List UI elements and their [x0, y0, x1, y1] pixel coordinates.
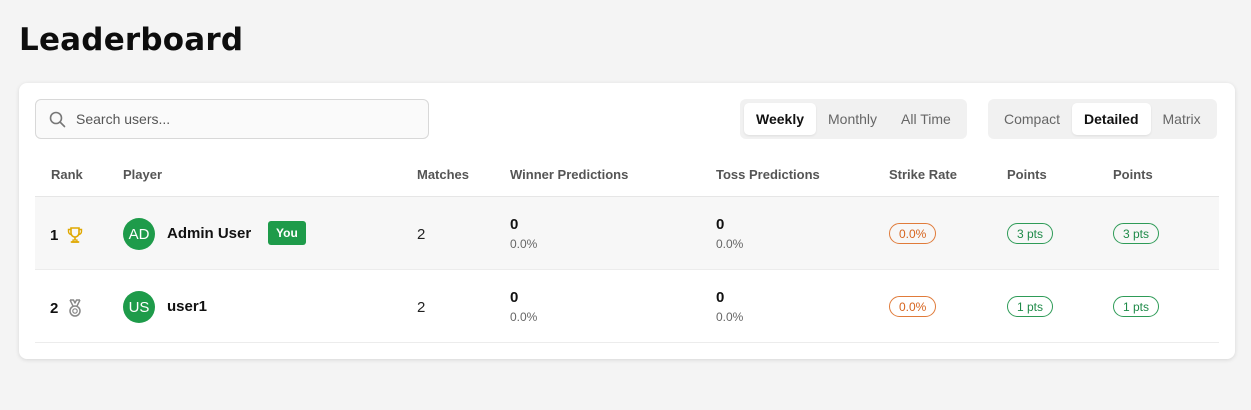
- toss-count: 0: [716, 216, 725, 233]
- winner-predictions-cell: 0 0.0%: [510, 289, 537, 324]
- winner-count: 0: [510, 289, 519, 306]
- toss-predictions-cell: 0 0.0%: [716, 289, 743, 324]
- header-points-2[interactable]: Points: [1113, 167, 1153, 182]
- strike-rate-badge: 0.0%: [889, 223, 937, 244]
- toss-percent: 0.0%: [716, 237, 744, 251]
- winner-percent: 0.0%: [510, 310, 538, 324]
- you-badge: You: [268, 221, 306, 245]
- matches-value: 2: [417, 226, 426, 243]
- winner-count: 0: [510, 216, 519, 233]
- leaderboard-card: Weekly Monthly All Time Compact Detailed…: [19, 83, 1235, 359]
- trophy-icon: [68, 227, 83, 243]
- page-title: Leaderboard: [19, 22, 244, 58]
- header-points[interactable]: Points: [1007, 167, 1047, 182]
- rank-cell: 1: [50, 225, 85, 245]
- view-mode-detailed[interactable]: Detailed: [1072, 103, 1151, 135]
- search-input[interactable]: [76, 111, 406, 127]
- time-filter-all-time[interactable]: All Time: [889, 103, 963, 135]
- strike-rate-badge: 0.0%: [889, 296, 937, 317]
- toss-predictions-cell: 0 0.0%: [716, 216, 743, 251]
- search-icon: [49, 111, 66, 127]
- view-mode-matrix[interactable]: Matrix: [1151, 103, 1213, 135]
- medal-icon: [69, 299, 82, 317]
- view-mode-compact[interactable]: Compact: [992, 103, 1072, 135]
- player-name: Admin User: [167, 225, 252, 242]
- time-filter-toggle: Weekly Monthly All Time: [740, 99, 967, 139]
- search-box[interactable]: [35, 99, 429, 139]
- toss-count: 0: [716, 289, 725, 306]
- header-rank[interactable]: Rank: [51, 167, 83, 182]
- matches-value: 2: [417, 299, 426, 316]
- points-badge-2: 3 pts: [1113, 223, 1160, 244]
- rank-cell: 2: [50, 298, 85, 318]
- toss-percent: 0.0%: [716, 310, 744, 324]
- rank-number: 2: [50, 299, 59, 317]
- table-row[interactable]: 1 AD Admin User You 2 0 0.0% 0 0.0% 0.0%…: [35, 197, 1219, 270]
- avatar: AD: [123, 218, 155, 250]
- winner-predictions-cell: 0 0.0%: [510, 216, 537, 251]
- header-winner-predictions[interactable]: Winner Predictions: [510, 167, 628, 182]
- winner-percent: 0.0%: [510, 237, 538, 251]
- table-header: Rank Player Matches Winner Predictions T…: [35, 157, 1219, 197]
- header-toss-predictions[interactable]: Toss Predictions: [716, 167, 820, 182]
- player-name: user1: [167, 298, 208, 315]
- points-badge: 3 pts: [1007, 223, 1054, 244]
- table-row[interactable]: 2 US user1 2 0 0.0% 0 0.0% 0.0% 1 pts 1 …: [35, 270, 1219, 343]
- avatar: US: [123, 291, 155, 323]
- points-badge-2: 1 pts: [1113, 296, 1160, 317]
- points-badge: 1 pts: [1007, 296, 1054, 317]
- rank-number: 1: [50, 226, 59, 244]
- time-filter-monthly[interactable]: Monthly: [816, 103, 889, 135]
- view-mode-toggle: Compact Detailed Matrix: [988, 99, 1217, 139]
- time-filter-weekly[interactable]: Weekly: [744, 103, 816, 135]
- header-player[interactable]: Player: [123, 167, 162, 182]
- header-strike-rate[interactable]: Strike Rate: [889, 167, 957, 182]
- header-matches[interactable]: Matches: [417, 167, 469, 182]
